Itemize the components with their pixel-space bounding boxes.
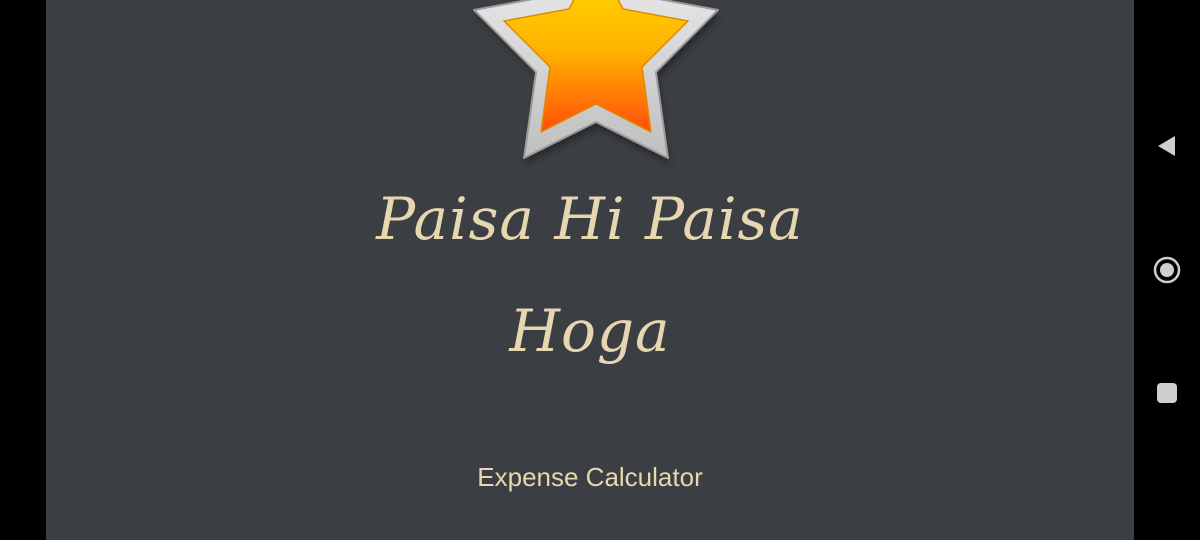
- recents-button[interactable]: [1150, 376, 1184, 410]
- back-triangle-icon: [1158, 136, 1175, 156]
- home-button[interactable]: [1150, 253, 1184, 287]
- app-title-line-2: Hoga: [509, 297, 671, 365]
- star-icon: [456, 0, 736, 180]
- splash-screen: Paisa Hi Paisa Hoga Expense Calculator: [46, 0, 1134, 540]
- app-title: Paisa Hi Paisa Hoga: [46, 188, 1134, 362]
- app-subtitle: Expense Calculator: [477, 462, 703, 492]
- system-navigation-bar: [1134, 0, 1200, 540]
- home-circle-icon: [1153, 256, 1181, 284]
- back-button[interactable]: [1150, 129, 1184, 163]
- app-title-line-1: Paisa Hi Paisa: [376, 185, 804, 253]
- recents-square-icon: [1157, 383, 1177, 403]
- phone-screen: Paisa Hi Paisa Hoga Expense Calculator: [0, 0, 1200, 540]
- left-bezel: [0, 0, 46, 540]
